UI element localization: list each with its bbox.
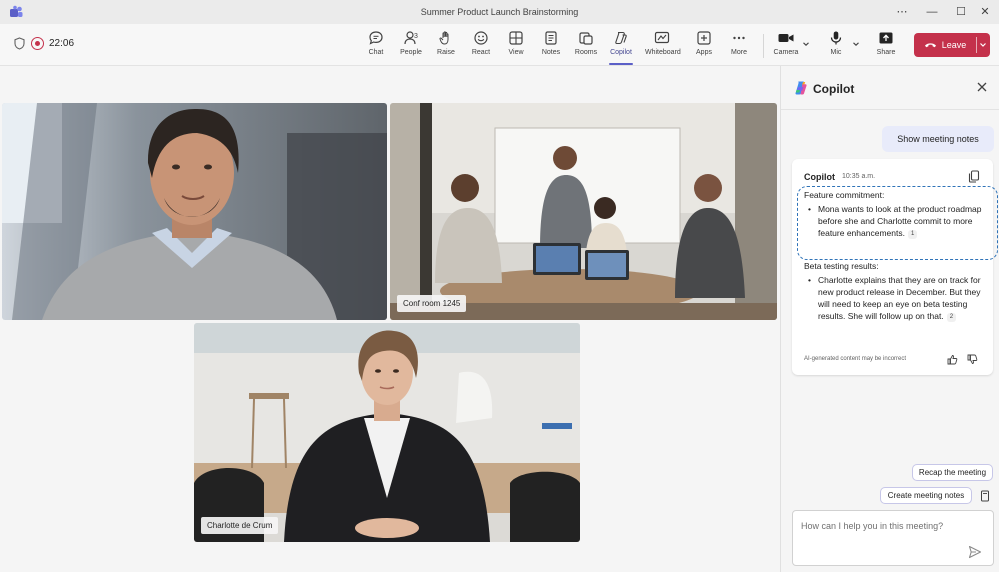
maximize-button[interactable]: ☐ — [951, 4, 971, 20]
close-window-button[interactable]: ✕ — [975, 4, 995, 20]
copilot-icon — [615, 31, 627, 45]
rooms-label: Rooms — [574, 49, 598, 56]
video-stage: Conf room 1245 Charlotte de Crum — [0, 66, 780, 572]
view-grid-icon — [509, 31, 523, 45]
list-item: Charlotte explains that they are on trac… — [804, 274, 984, 322]
more-ellipsis-icon — [733, 36, 745, 40]
video-tile-conference-room[interactable]: Conf room 1245 — [390, 103, 777, 320]
close-icon[interactable] — [975, 80, 989, 94]
recording-indicator-icon — [31, 37, 44, 50]
mic-options-chevron-icon[interactable] — [851, 39, 861, 49]
thumbs-up-icon[interactable] — [947, 354, 958, 365]
apps-plus-icon — [697, 31, 711, 45]
notes-button[interactable]: Notes — [534, 30, 568, 62]
copy-icon[interactable] — [968, 170, 980, 183]
window-title: Summer Product Launch Brainstorming — [420, 7, 579, 17]
section-bullet-list: Charlotte explains that they are on trac… — [804, 274, 984, 322]
share-button[interactable]: Share — [869, 30, 903, 62]
minimize-button[interactable]: — — [922, 4, 942, 20]
people-button[interactable]: 3 People — [394, 30, 428, 62]
leave-button-group: Leave — [914, 33, 990, 57]
raise-hand-icon — [439, 31, 449, 45]
title-bar: Summer Product Launch Brainstorming ⋯ — … — [0, 0, 999, 24]
leave-label: Leave — [941, 40, 967, 50]
camera-options-chevron-icon[interactable] — [801, 39, 811, 49]
rooms-icon — [579, 32, 593, 45]
people-label: People — [400, 49, 422, 56]
response-timestamp: 10:35 a.m. — [842, 173, 876, 180]
recap-meeting-suggestion[interactable]: Recap the meeting — [912, 464, 993, 481]
react-button[interactable]: React — [464, 30, 498, 62]
raise-hand-button[interactable]: Raise — [429, 30, 463, 62]
send-icon[interactable] — [968, 545, 982, 559]
participant-name-tag: Conf room 1245 — [397, 295, 467, 312]
apps-button[interactable]: Apps — [687, 30, 721, 62]
copilot-panel: Copilot Show meeting notes Copilot 10:35… — [780, 66, 999, 572]
section-heading: Beta testing results: — [804, 261, 879, 271]
share-icon — [879, 32, 893, 44]
highlight-annotation — [797, 186, 998, 260]
more-button[interactable]: More — [722, 30, 756, 62]
video-tile-participant-charlotte[interactable]: Charlotte de Crum — [194, 323, 580, 542]
apps-label: Apps — [696, 49, 712, 56]
participant-video-feed — [2, 103, 387, 320]
raise-label: Raise — [437, 49, 455, 56]
whiteboard-icon — [654, 31, 670, 44]
whiteboard-label: Whiteboard — [645, 49, 681, 56]
more-label: More — [731, 49, 747, 56]
camera-icon — [778, 34, 794, 42]
leave-options-chevron-icon[interactable] — [978, 41, 988, 49]
response-author: Copilot — [804, 172, 835, 182]
thumbs-down-icon[interactable] — [967, 354, 978, 365]
copilot-panel-header: Copilot — [781, 66, 999, 110]
citation-badge[interactable]: 2 — [946, 313, 957, 322]
shield-icon — [14, 37, 25, 50]
mic-icon — [830, 31, 842, 45]
notes-label: Notes — [541, 49, 561, 56]
create-meeting-notes-suggestion[interactable]: Create meeting notes — [880, 487, 972, 504]
prompt-guide-icon[interactable] — [980, 490, 990, 502]
ai-disclaimer: AI-generated content may be incorrect — [804, 356, 907, 362]
copilot-label: Copilot — [610, 49, 632, 56]
copilot-logo-icon — [795, 81, 807, 95]
react-label: React — [471, 49, 491, 56]
react-smiley-icon — [474, 31, 488, 45]
leave-button[interactable]: Leave — [914, 33, 976, 57]
share-label: Share — [876, 49, 896, 56]
view-label: View — [508, 49, 524, 56]
more-options-button[interactable]: ⋯ — [892, 4, 912, 20]
chat-icon — [369, 31, 383, 45]
meeting-timer: 22:06 — [49, 38, 75, 49]
hang-up-phone-icon — [924, 43, 936, 48]
toolbar-divider — [763, 34, 764, 58]
camera-label: Camera — [773, 49, 799, 56]
camera-button[interactable]: Camera — [769, 30, 803, 62]
user-prompt-bubble: Show meeting notes — [882, 126, 994, 152]
people-count: 3 — [414, 33, 418, 40]
copilot-button[interactable]: Copilot — [604, 30, 638, 65]
leave-split-divider — [976, 37, 977, 53]
bullet-text: Charlotte explains that they are on trac… — [818, 275, 981, 321]
rooms-button[interactable]: Rooms — [569, 30, 603, 62]
mic-button[interactable]: Mic — [819, 30, 853, 62]
copilot-panel-title: Copilot — [813, 82, 855, 96]
chat-button[interactable]: Chat — [359, 30, 393, 62]
meeting-toolbar: 22:06 Chat 3 People Raise React View Not… — [0, 24, 999, 66]
participant-video-feed — [194, 323, 580, 542]
view-button[interactable]: View — [499, 30, 533, 62]
notes-icon — [545, 31, 557, 45]
conference-room-video-feed — [390, 103, 777, 320]
copilot-composer — [792, 510, 994, 566]
whiteboard-button[interactable]: Whiteboard — [645, 30, 681, 62]
mic-label: Mic — [830, 49, 842, 56]
chat-label: Chat — [368, 49, 384, 56]
video-tile-participant-1[interactable] — [2, 103, 387, 320]
participant-name-tag: Charlotte de Crum — [201, 517, 279, 534]
copilot-prompt-input[interactable] — [801, 521, 986, 531]
copilot-response-card: Copilot 10:35 a.m. Feature commitment: M… — [792, 159, 998, 375]
